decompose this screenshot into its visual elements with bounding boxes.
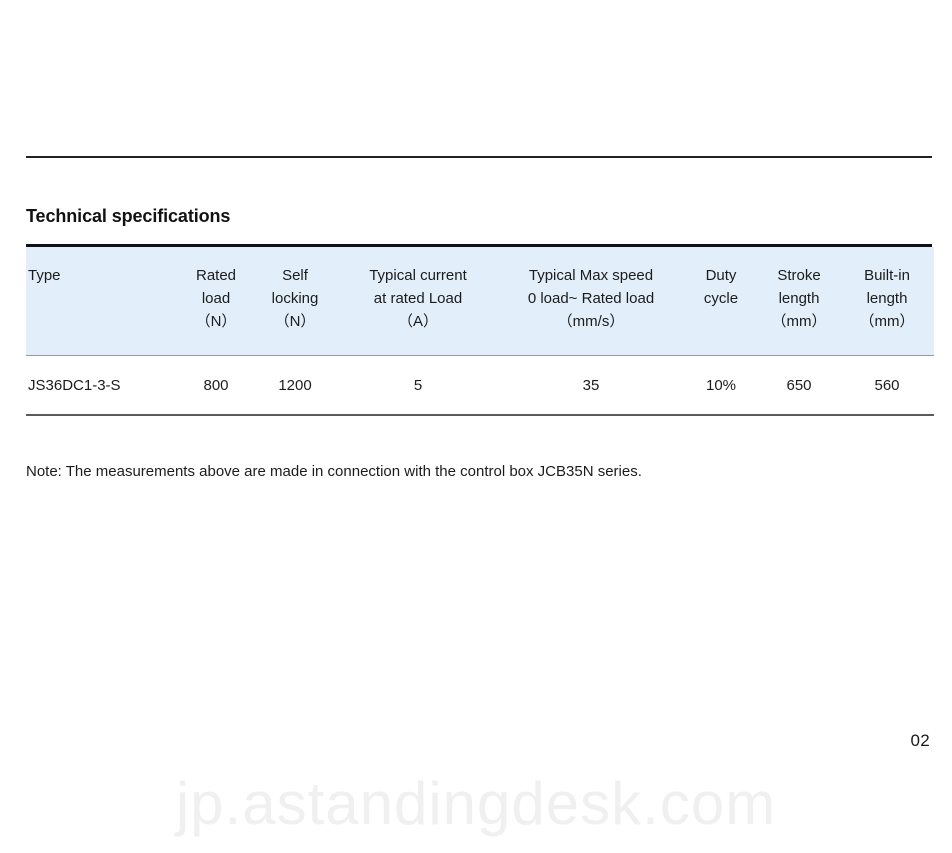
column-header-rated-load-line2: load bbox=[201, 289, 231, 307]
page-number: 02 bbox=[910, 731, 930, 750]
cell-rated-load: 800 bbox=[180, 355, 252, 417]
technical-specifications-table: Type Rated load （N） Self locking （N） Typ… bbox=[26, 244, 934, 417]
cell-duty-cycle: 10% bbox=[684, 355, 758, 417]
column-header-self-locking-line1: Self bbox=[282, 267, 308, 284]
column-header-typical-current-unit: （A） bbox=[397, 312, 438, 330]
column-header-stroke-length: Stroke length （mm） bbox=[758, 247, 840, 357]
column-header-rated-load-line1: Rated bbox=[195, 267, 237, 284]
column-header-typical-max-speed-line1: Typical Max speed bbox=[528, 267, 654, 284]
table-row: JS36DC1-3-S 800 1200 5 35 10% 650 560 bbox=[26, 355, 934, 417]
cell-self-locking: 1200 bbox=[252, 355, 338, 417]
column-header-typical-max-speed-line2: 0 load~ Rated load bbox=[527, 289, 655, 307]
column-header-stroke-length-line1: Stroke bbox=[777, 267, 821, 284]
watermark: jp.astandingdesk.com bbox=[175, 770, 777, 837]
page-title: Technical specifications bbox=[26, 206, 231, 226]
column-header-typical-current-line1: Typical current bbox=[369, 267, 467, 284]
column-header-stroke-length-unit: （mm） bbox=[771, 312, 827, 330]
column-header-self-locking-unit: （N） bbox=[274, 312, 316, 330]
cell-type: JS36DC1-3-S bbox=[26, 355, 180, 417]
column-header-rated-load: Rated load （N） bbox=[180, 247, 252, 357]
column-header-typical-max-speed: Typical Max speed 0 load~ Rated load （mm… bbox=[498, 247, 684, 357]
column-header-typical-max-speed-unit: （mm/s） bbox=[557, 312, 625, 330]
column-header-stroke-length-line2: length bbox=[778, 289, 820, 307]
spec-table: Type Rated load （N） Self locking （N） Typ… bbox=[26, 247, 934, 417]
table-header: Type Rated load （N） Self locking （N） Typ… bbox=[26, 247, 934, 357]
table-header-row: Type Rated load （N） Self locking （N） Typ… bbox=[26, 247, 934, 357]
column-header-typical-current: Typical current at rated Load （A） bbox=[338, 247, 498, 357]
column-header-builtin-length-line2: length bbox=[866, 289, 908, 307]
top-divider-rule bbox=[26, 156, 932, 158]
cell-typical-max-speed: 35 bbox=[498, 355, 684, 417]
cell-builtin-length: 560 bbox=[840, 355, 934, 417]
cell-typical-current: 5 bbox=[338, 355, 498, 417]
column-header-duty-cycle-line2: cycle bbox=[703, 289, 739, 307]
column-header-builtin-length-unit: （mm） bbox=[859, 312, 915, 330]
table-body: JS36DC1-3-S 800 1200 5 35 10% 650 560 bbox=[26, 355, 934, 417]
cell-stroke-length: 650 bbox=[758, 355, 840, 417]
column-header-builtin-length: Built-in length （mm） bbox=[840, 247, 934, 357]
document-page: Technical specifications Type Rated load… bbox=[0, 0, 952, 853]
table-note: Note: The measurements above are made in… bbox=[26, 463, 642, 480]
column-header-duty-cycle-line1: Duty bbox=[705, 267, 737, 284]
column-header-rated-load-unit: （N） bbox=[195, 312, 237, 330]
column-header-self-locking-line2: locking bbox=[271, 289, 319, 307]
column-header-type: Type bbox=[26, 247, 180, 357]
column-header-builtin-length-line1: Built-in bbox=[864, 267, 910, 284]
column-header-self-locking: Self locking （N） bbox=[252, 247, 338, 357]
column-header-typical-current-line2: at rated Load bbox=[373, 289, 463, 307]
column-header-duty-cycle: Duty cycle bbox=[684, 247, 758, 357]
column-header-type-line1: Type bbox=[28, 267, 61, 284]
